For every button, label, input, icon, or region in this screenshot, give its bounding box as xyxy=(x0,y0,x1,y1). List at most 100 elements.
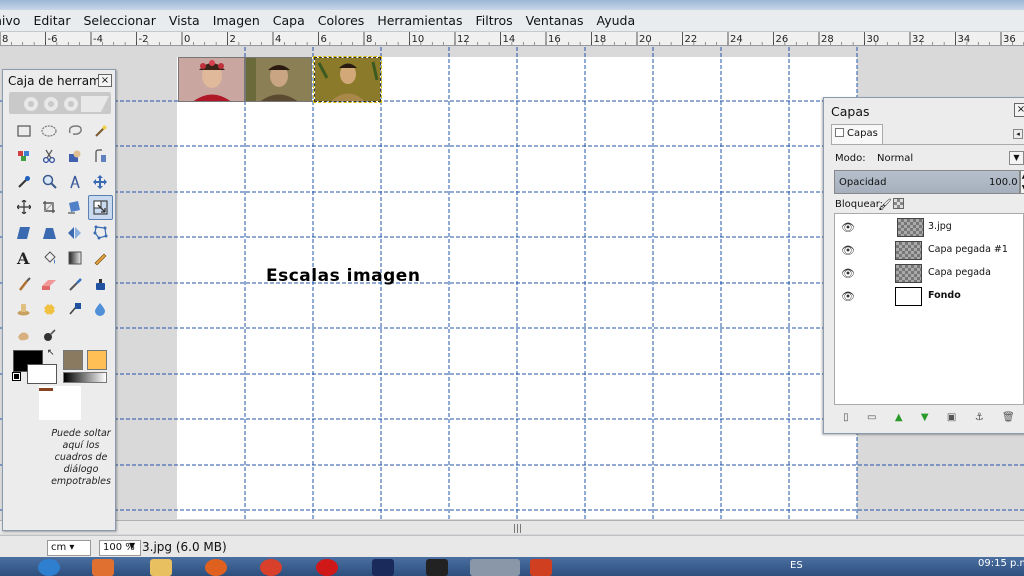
bucket-fill-icon[interactable] xyxy=(37,246,63,272)
media-icon[interactable] xyxy=(92,559,114,576)
blur-icon[interactable] xyxy=(88,297,114,323)
unit-dropdown[interactable]: cm ▾ xyxy=(47,540,91,556)
delete-layer-icon[interactable]: 🗑 xyxy=(1002,412,1015,423)
perspective-clone-icon[interactable] xyxy=(62,297,88,323)
paintbrush-icon[interactable] xyxy=(11,271,37,297)
tab-menu-icon[interactable]: ◂ xyxy=(1013,129,1023,139)
pasted-image-portrait-3-selected[interactable] xyxy=(313,56,382,103)
eye-icon[interactable]: 👁 xyxy=(841,244,855,257)
gimp-icon[interactable] xyxy=(470,559,520,576)
background-color-swatch[interactable] xyxy=(27,364,57,384)
shear-icon[interactable] xyxy=(11,220,37,246)
paths-icon[interactable] xyxy=(88,144,114,170)
pencil-icon[interactable] xyxy=(88,246,114,272)
color-select-icon[interactable] xyxy=(11,144,37,170)
clock[interactable]: 09:15 p.m. xyxy=(978,558,1024,569)
opera-icon[interactable] xyxy=(316,559,338,576)
layer-row[interactable]: 👁 3.jpg xyxy=(835,216,1023,239)
reset-colors-icon[interactable] xyxy=(12,372,21,381)
cage-icon[interactable] xyxy=(88,220,114,246)
gradient-preview[interactable] xyxy=(63,372,107,383)
pattern-preview[interactable] xyxy=(87,350,107,370)
layers-dialog[interactable]: Capas × Capas ◂ Modo: Normal ▼ Opacidad … xyxy=(823,97,1024,434)
blend-icon[interactable] xyxy=(62,246,88,272)
chevron-down-icon[interactable]: ▼ xyxy=(129,541,135,550)
folder-icon[interactable] xyxy=(150,559,172,576)
ink-icon[interactable] xyxy=(88,271,114,297)
swap-colors-icon[interactable]: ↖ xyxy=(47,348,55,358)
clone-icon[interactable] xyxy=(11,297,37,323)
new-layer-icon[interactable]: ▯ xyxy=(843,412,849,423)
lower-layer-icon[interactable]: ▼ xyxy=(921,412,929,423)
rotate-icon[interactable] xyxy=(62,195,88,221)
perspective-icon[interactable] xyxy=(37,220,63,246)
layer-row[interactable]: 👁 Capa pegada xyxy=(835,262,1023,285)
fuzzy-select-icon[interactable] xyxy=(88,118,114,144)
firefox-icon[interactable] xyxy=(205,559,227,576)
raise-layer-icon[interactable]: ▲ xyxy=(895,412,903,423)
lock-alpha-icon[interactable] xyxy=(893,198,904,209)
airbrush-icon[interactable] xyxy=(62,271,88,297)
ie-icon[interactable] xyxy=(38,559,60,576)
dodge-burn-icon[interactable] xyxy=(37,322,63,348)
language-indicator[interactable]: ES xyxy=(790,560,803,571)
text-icon[interactable]: A xyxy=(11,246,37,272)
toolbox-window[interactable]: Caja de herram... × A ↖ Puede soltar aqu… xyxy=(2,69,116,531)
opacity-spinner[interactable]: ▲▼ xyxy=(1020,170,1024,194)
layer-row[interactable]: 👁 Capa pegada #1 xyxy=(835,239,1023,262)
menu-editar[interactable]: Editar xyxy=(26,13,76,28)
media-player-icon[interactable] xyxy=(426,559,448,576)
menu-vista[interactable]: Vista xyxy=(162,13,206,28)
duplicate-layer-icon[interactable]: ▣ xyxy=(947,412,956,423)
align-icon[interactable] xyxy=(11,195,37,221)
menu-ventanas[interactable]: Ventanas xyxy=(519,13,590,28)
move-icon[interactable] xyxy=(88,169,114,195)
new-group-icon[interactable]: ▭ xyxy=(867,412,876,423)
zoom-icon[interactable] xyxy=(37,169,63,195)
powerpoint-icon[interactable] xyxy=(530,559,552,576)
horizontal-ruler[interactable]: 8 -6 -4 -2 0 2 4 6 8 10 12 14 16 18 20 22 24 26 28 30 32 34 36 xyxy=(0,32,1024,46)
active-image-preview[interactable] xyxy=(39,386,81,420)
layer-row[interactable]: 👁 Fondo xyxy=(835,285,1023,308)
eye-icon[interactable]: 👁 xyxy=(841,267,855,280)
menu-capa[interactable]: Capa xyxy=(266,13,311,28)
smudge-icon[interactable] xyxy=(11,322,37,348)
lasso-icon[interactable] xyxy=(62,118,88,144)
layers-list[interactable]: 👁 3.jpg 👁 Capa pegada #1 👁 Capa pegada 👁… xyxy=(834,213,1024,405)
eye-icon[interactable]: 👁 xyxy=(841,290,855,303)
close-icon[interactable]: × xyxy=(1014,103,1024,117)
chrome-icon[interactable] xyxy=(260,559,282,576)
brush-preview[interactable] xyxy=(63,350,83,370)
scrollbar-grip-icon[interactable]: ||| xyxy=(513,524,522,534)
rect-select-icon[interactable] xyxy=(11,118,37,144)
ruler-label: 22 xyxy=(685,34,698,45)
menu-filtros[interactable]: Filtros xyxy=(468,13,518,28)
scissors-icon[interactable] xyxy=(37,144,63,170)
menu-archivo[interactable]: nivo xyxy=(0,13,26,28)
lock-pixels-icon[interactable]: 🖌 xyxy=(878,198,892,211)
chevron-down-icon[interactable]: ▼ xyxy=(1009,151,1024,165)
menu-imagen[interactable]: Imagen xyxy=(206,13,266,28)
tab-capas[interactable]: Capas xyxy=(831,124,883,144)
crop-icon[interactable] xyxy=(37,195,63,221)
close-icon[interactable]: × xyxy=(98,74,112,87)
eraser-icon[interactable] xyxy=(37,271,63,297)
ellipse-select-icon[interactable] xyxy=(37,118,63,144)
menu-colores[interactable]: Colores xyxy=(311,13,371,28)
mode-dropdown[interactable]: Normal xyxy=(877,153,913,164)
menu-seleccionar[interactable]: Seleccionar xyxy=(76,13,161,28)
heal-icon[interactable] xyxy=(37,297,63,323)
eye-icon[interactable]: 👁 xyxy=(841,221,855,234)
photoshop-icon[interactable] xyxy=(372,559,394,576)
opacity-slider[interactable]: Opacidad 100.0 xyxy=(834,170,1020,194)
anchor-layer-icon[interactable]: ⚓ xyxy=(975,412,984,423)
canvas-text-layer[interactable]: Escalas imagen xyxy=(266,266,420,286)
menu-ayuda[interactable]: Ayuda xyxy=(590,13,642,28)
menu-herramientas[interactable]: Herramientas xyxy=(370,13,468,28)
flip-icon[interactable] xyxy=(62,220,88,246)
foreground-select-icon[interactable] xyxy=(62,144,88,170)
horizontal-scrollbar[interactable]: ||| xyxy=(0,520,1024,534)
measure-icon[interactable] xyxy=(62,169,88,195)
color-picker-icon[interactable] xyxy=(11,169,37,195)
scale-icon[interactable] xyxy=(87,194,113,220)
